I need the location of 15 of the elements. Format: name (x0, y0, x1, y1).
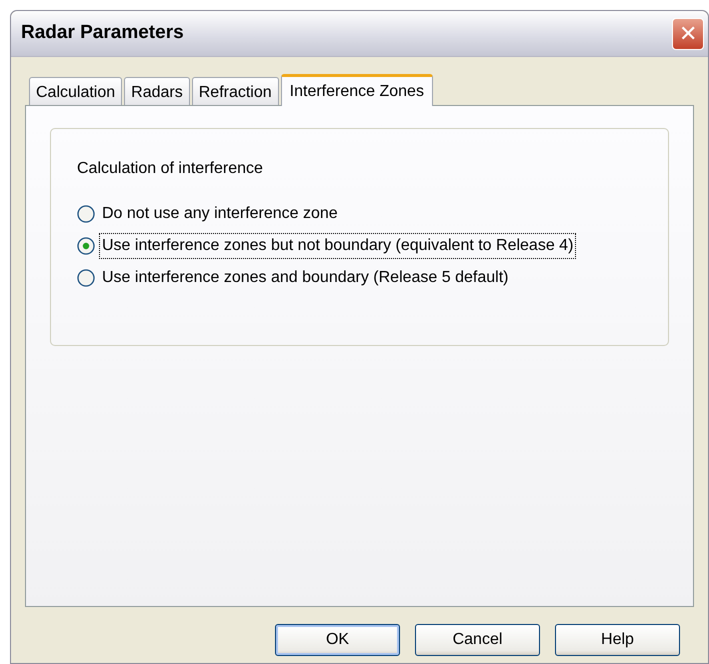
tab[interactable]: Interference Zones (280, 74, 433, 106)
radio-label[interactable]: Do not use any interference zone (99, 201, 341, 227)
radio-label[interactable]: Use interference zones and boundary (Release 5 default) (99, 265, 512, 291)
group-label: Calculation of interference (77, 159, 264, 179)
radio-button[interactable] (77, 269, 95, 287)
dialog-button[interactable]: OK (275, 624, 400, 656)
radio-label[interactable]: Use interference zones but not boundary (equivalent to Release 4) (99, 233, 576, 259)
window-title: Radar Parameters (21, 21, 184, 46)
dialog-button[interactable]: Cancel (415, 624, 540, 656)
tab[interactable]: Calculation (29, 77, 122, 105)
radio-button[interactable] (77, 237, 95, 255)
tab[interactable]: Radars (124, 77, 190, 105)
radio-button[interactable] (77, 205, 95, 223)
dialog-button[interactable]: Help (555, 624, 680, 656)
tab[interactable]: Refraction (192, 77, 279, 105)
